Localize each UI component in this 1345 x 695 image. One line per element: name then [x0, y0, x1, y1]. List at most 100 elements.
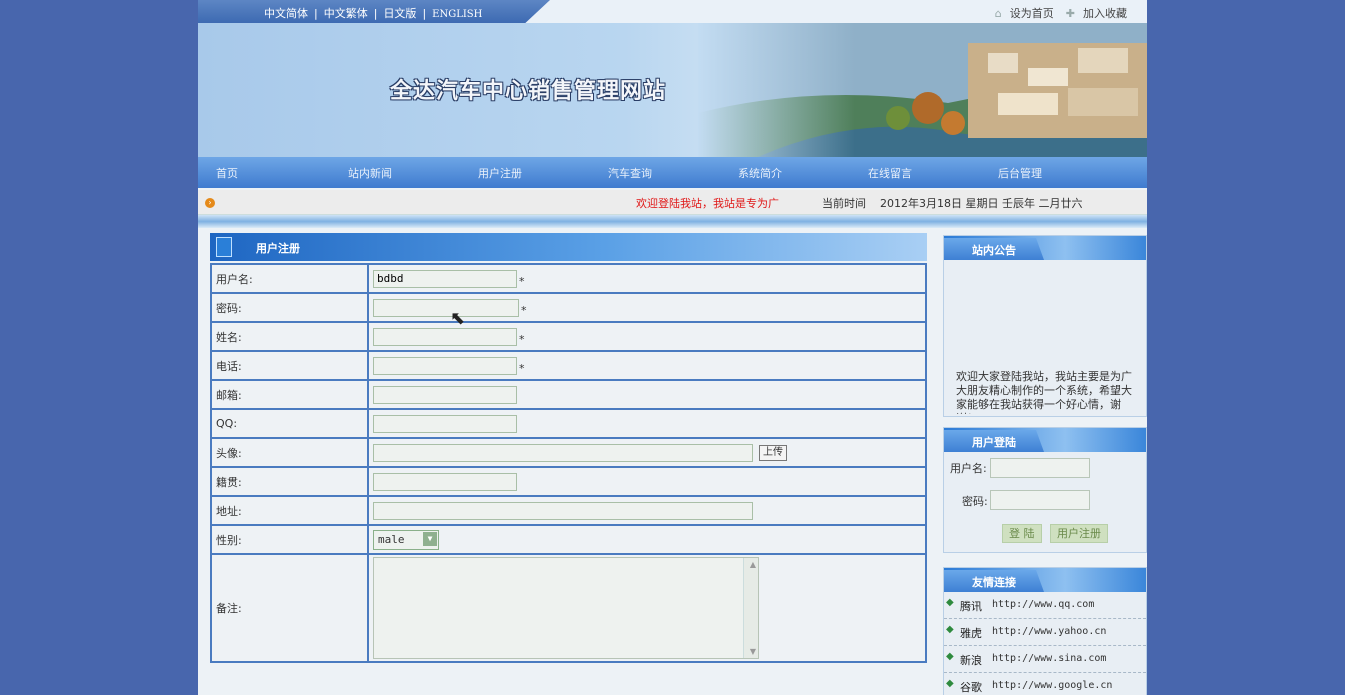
avatar-label: 头像: [210, 437, 369, 468]
required-mark: * [521, 303, 527, 317]
link-name[interactable]: 新浪 [960, 652, 982, 668]
login-buttons: 登 陆 用户注册 [1002, 524, 1142, 544]
top-right-links: ⌂ 设为首页 ✚ 加入收藏 [983, 5, 1127, 21]
link-name[interactable]: 腾讯 [960, 598, 982, 614]
link-item[interactable]: ◆ 雅虎 http://www.yahoo.cn [944, 619, 1146, 646]
register-button[interactable]: 用户注册 [1050, 524, 1108, 543]
mouse-cursor-icon: ⬉ [450, 308, 466, 329]
link-name[interactable]: 雅虎 [960, 625, 982, 641]
notice-box: 站内公告 欢迎大家登陆我站，我站主要是为广大朋友精心制作的一个系统，希望大家能够… [943, 235, 1147, 417]
green-arrow-icon: ◆ [946, 678, 954, 689]
form-row-username: 用户名: * [210, 263, 927, 294]
nav-item-admin[interactable]: 后台管理 [998, 165, 1042, 181]
password-input[interactable] [373, 298, 519, 317]
favorite-icon: ✚ [1065, 7, 1075, 20]
form-row-phone: 电话: * [210, 350, 927, 381]
form-row-avatar: 头像: 上传 [210, 437, 927, 468]
link-url[interactable]: http://www.sina.com [992, 653, 1106, 664]
gender-select[interactable]: male ▼ [373, 529, 439, 550]
login-password-input[interactable] [990, 490, 1090, 510]
friend-links-list: ◆ 腾讯 http://www.qq.com ◆ 雅虎 http://www.yahoo… [944, 592, 1146, 695]
form-row-hometown: 籍贯: [210, 466, 927, 497]
link-item[interactable]: ◆ 谷歌 http://www.google.cn [944, 673, 1146, 695]
link-url[interactable]: http://www.yahoo.cn [992, 626, 1106, 637]
lang-link-traditional[interactable]: 中文繁体 [324, 7, 368, 20]
qq-input[interactable] [373, 414, 517, 433]
textarea-scrollbar[interactable] [743, 558, 758, 658]
hometown-label: 籍贯: [210, 466, 369, 497]
lang-link-japanese[interactable]: 日文版 [383, 7, 416, 20]
required-mark: * [519, 274, 525, 288]
date-value: 2012年3月18日 星期日 壬辰年 二月廿六 [880, 197, 1083, 210]
form-row-address: 地址: [210, 495, 927, 526]
link-item[interactable]: ◆ 腾讯 http://www.qq.com [944, 592, 1146, 619]
links-title: 友情连接 [972, 576, 1016, 589]
address-label: 地址: [210, 495, 369, 526]
notice-text: 欢迎大家登陆我站，我站主要是为广大朋友精心制作的一个系统，希望大家能够在我站获得… [956, 370, 1132, 414]
gender-selected-value: male [378, 532, 405, 546]
links-header: 友情连接 [944, 568, 1146, 592]
login-box: 用户登陆 用户名: 密码: 登 陆 用户注册 [943, 427, 1147, 553]
username-input[interactable] [373, 269, 517, 288]
login-password-label: 密码: [962, 495, 988, 508]
banner: 全达汽车中心销售管理网站 [198, 23, 1147, 157]
nav-item-news[interactable]: 站内新闻 [348, 165, 392, 181]
upload-button[interactable]: 上传 [759, 444, 787, 461]
nav-item-car-search[interactable]: 汽车查询 [608, 165, 652, 181]
nav-item-home[interactable]: 首页 [216, 165, 238, 181]
nav-item-message[interactable]: 在线留言 [868, 165, 912, 181]
login-username-input[interactable] [990, 458, 1090, 478]
required-mark: * [519, 361, 525, 375]
gender-label: 性别: [210, 524, 369, 555]
link-url[interactable]: http://www.qq.com [992, 599, 1094, 610]
scroll-up-icon[interactable]: ▲ [750, 560, 756, 569]
link-url[interactable]: http://www.google.cn [992, 680, 1112, 691]
current-date: 当前时间 2012年3月18日 星期日 壬辰年 二月廿六 [822, 195, 1082, 211]
lang-link-simplified[interactable]: 中文简体 [264, 7, 308, 20]
set-home-link[interactable]: 设为首页 [1010, 7, 1054, 20]
page: 中文简体 | 中文繁体 | 日文版 | ENGLISH ⌂ 设为首页 ✚ 加入收藏 [198, 0, 1147, 695]
form-row-qq: QQ: [210, 408, 927, 439]
banner-city-image [698, 23, 1147, 157]
phone-input[interactable] [373, 356, 517, 375]
phone-label: 电话: [210, 350, 369, 381]
login-button[interactable]: 登 陆 [1002, 524, 1042, 543]
login-header: 用户登陆 [944, 428, 1146, 452]
login-title: 用户登陆 [972, 436, 1016, 449]
name-input[interactable] [373, 327, 517, 346]
scroll-down-icon[interactable]: ▼ [750, 647, 756, 656]
required-mark: * [519, 332, 525, 346]
lang-link-english[interactable]: ENGLISH [432, 9, 482, 20]
links-box: 友情连接 ◆ 腾讯 http://www.qq.com ◆ 雅虎 http://www.… [943, 567, 1147, 695]
remarks-textarea[interactable]: ▲ ▼ [373, 557, 759, 659]
notice-title: 站内公告 [972, 244, 1016, 257]
ticker-arrow-icon: › [205, 198, 215, 208]
language-links: 中文简体 | 中文繁体 | 日文版 | ENGLISH [264, 7, 483, 20]
registration-title: 用户注册 [256, 242, 300, 255]
top-bar: 中文简体 | 中文繁体 | 日文版 | ENGLISH ⌂ 设为首页 ✚ 加入收藏 [198, 0, 1147, 23]
hometown-input[interactable] [373, 472, 517, 491]
site-title: 全达汽车中心销售管理网站 [390, 78, 667, 104]
decorative-stripe [198, 215, 1147, 228]
nav-item-about[interactable]: 系统简介 [738, 165, 782, 181]
link-item[interactable]: ◆ 新浪 http://www.sina.com [944, 646, 1146, 673]
form-row-name: 姓名: * [210, 321, 927, 352]
registration-header: 用户注册 [210, 233, 927, 261]
avatar-input[interactable] [373, 443, 753, 462]
main-nav: 首页 站内新闻 用户注册 汽车查询 系统简介 在线留言 后台管理 [198, 157, 1147, 188]
notice-header: 站内公告 [944, 236, 1146, 260]
form-row-password: 密码: * [210, 292, 927, 323]
news-ticker: › 欢迎登陆我站，我站是专为广 当前时间 2012年3月18日 星期日 壬辰年 … [198, 190, 1147, 215]
email-input[interactable] [373, 385, 517, 404]
qq-label: QQ: [210, 408, 369, 439]
link-name[interactable]: 谷歌 [960, 679, 982, 695]
address-input[interactable] [373, 501, 753, 520]
chevron-down-icon[interactable]: ▼ [423, 531, 437, 546]
green-arrow-icon: ◆ [946, 624, 954, 635]
email-label: 邮箱: [210, 379, 369, 410]
nav-item-register[interactable]: 用户注册 [478, 165, 522, 181]
form-row-email: 邮箱: [210, 379, 927, 410]
add-favorite-link[interactable]: 加入收藏 [1083, 7, 1127, 20]
ticker-message[interactable]: 欢迎登陆我站，我站是专为广 [636, 195, 779, 211]
green-arrow-icon: ◆ [946, 651, 954, 662]
